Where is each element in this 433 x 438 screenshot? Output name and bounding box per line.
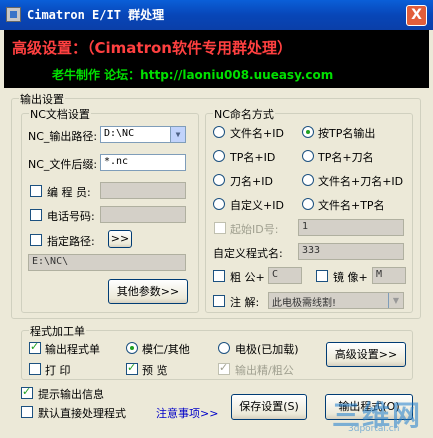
naming-option-label: TP名+ID — [230, 151, 276, 164]
dialog-window: Cimatron E/IT 群处理 X 高级设置：（Cimatron软件专用群处… — [0, 0, 433, 438]
output-precision-checkbox[interactable] — [218, 361, 230, 375]
naming-option-label: 文件名+刀名+ID — [318, 175, 404, 188]
custom-path-label: 指定路径: — [47, 235, 95, 248]
rough-checkbox[interactable] — [213, 270, 225, 282]
note-dropdown[interactable]: 此电极需线割! ▼ — [268, 292, 404, 309]
preview-label: 预 览 — [142, 364, 168, 377]
custom-path-checkbox[interactable] — [30, 234, 42, 246]
nc-path-label: NC_输出路径: — [28, 130, 98, 143]
other-params-button[interactable]: 其他参数>> — [108, 279, 188, 304]
phone-input[interactable] — [100, 206, 186, 223]
notes-link[interactable]: 注意事项>> — [156, 405, 218, 421]
naming-option-label: 自定义+ID — [230, 199, 284, 212]
note-checkbox[interactable] — [213, 295, 225, 307]
default-process-checkbox[interactable] — [21, 406, 33, 418]
path-display: E:\NC\ — [28, 254, 186, 271]
naming-option-radio[interactable] — [213, 150, 225, 162]
naming-option-label: TP名+刀名 — [318, 151, 374, 164]
nc-suffix-label: NC_文件后缀: — [28, 158, 98, 171]
app-icon — [6, 7, 21, 22]
nc-path-value: D:\NC — [104, 128, 135, 139]
programmer-input[interactable] — [100, 182, 186, 199]
browse-button[interactable]: >> — [108, 230, 132, 248]
mold-radio[interactable] — [126, 342, 138, 354]
chevron-down-icon[interactable]: ▼ — [388, 293, 403, 308]
naming-option-radio[interactable] — [213, 126, 225, 138]
nc-suffix-input[interactable]: *.nc — [100, 154, 186, 171]
save-settings-button[interactable]: 保存设置(S) — [231, 394, 307, 420]
watermark-sub: 3dportal.cn — [348, 424, 400, 434]
mirror-label: 镜 像+ — [333, 271, 368, 284]
electrode-radio[interactable] — [218, 342, 230, 354]
show-info-label: 提示输出信息 — [38, 388, 104, 401]
mirror-input[interactable]: M — [372, 267, 406, 284]
preview-checkbox[interactable] — [126, 361, 138, 375]
print-checkbox[interactable] — [29, 363, 41, 375]
banner-title: 高级设置：（Cimatron软件专用群处理） — [12, 39, 292, 57]
custom-name-label: 自定义程式名: — [213, 247, 283, 260]
rough-label: 粗 公+ — [230, 271, 265, 284]
naming-option-label: 刀名+ID — [230, 175, 273, 188]
output-precision-label: 输出精/粗公 — [235, 364, 294, 377]
banner: 高级设置：（Cimatron软件专用群处理） 老牛制作 论坛：http://la… — [4, 30, 429, 88]
note-value: 此电极需线割! — [272, 298, 337, 309]
naming-option-radio[interactable] — [302, 174, 314, 186]
nc-naming-label: NC命名方式 — [213, 106, 275, 122]
start-id-checkbox[interactable] — [214, 222, 226, 234]
custom-name-input[interactable]: 333 — [298, 243, 404, 260]
show-info-checkbox[interactable] — [21, 385, 33, 399]
start-id-input[interactable]: 1 — [298, 219, 404, 236]
chevron-down-icon[interactable]: ▼ — [170, 127, 185, 142]
output-sheet-label: 输出程式单 — [45, 343, 100, 356]
naming-option-radio[interactable] — [213, 174, 225, 186]
naming-option-label: 文件名+TP名 — [318, 199, 385, 212]
programmer-checkbox[interactable] — [30, 185, 42, 197]
naming-option-label: 按TP名输出 — [318, 127, 376, 140]
nc-path-dropdown[interactable]: D:\NC ▼ — [100, 126, 186, 143]
phone-checkbox[interactable] — [30, 209, 42, 221]
output-sheet-checkbox[interactable] — [29, 340, 41, 354]
phone-label: 电话号码: — [47, 210, 95, 223]
electrode-label: 电极(已加载) — [235, 343, 299, 356]
start-id-label: 起始ID号: — [230, 223, 279, 236]
advanced-settings-button[interactable]: 高级设置>> — [326, 342, 406, 367]
close-button[interactable]: X — [406, 5, 427, 26]
output-settings-label: 输出设置 — [19, 91, 65, 107]
naming-option-radio[interactable] — [302, 198, 314, 210]
programmer-label: 编 程 员: — [47, 186, 91, 199]
window-title: Cimatron E/IT 群处理 — [27, 8, 165, 22]
naming-option-label: 文件名+ID — [230, 127, 284, 140]
program-sheet-label: 程式加工单 — [29, 323, 86, 339]
nc-doc-label: NC文档设置 — [29, 106, 91, 122]
mold-label: 模仁/其他 — [142, 343, 190, 356]
watermark-logo: 三维网 3dportal.cn — [328, 396, 428, 438]
naming-option-radio[interactable] — [302, 150, 314, 162]
naming-option-radio[interactable] — [302, 126, 314, 138]
title-bar[interactable]: Cimatron E/IT 群处理 X — [0, 0, 433, 30]
banner-subtitle: 老牛制作 论坛：http://laoniu008.uueasy.com — [52, 68, 334, 82]
note-label: 注 解: — [230, 296, 260, 309]
default-process-label: 默认直接处理程式 — [38, 407, 126, 420]
naming-option-radio[interactable] — [213, 198, 225, 210]
print-label: 打 印 — [45, 364, 71, 377]
rough-input[interactable]: C — [268, 267, 302, 284]
mirror-checkbox[interactable] — [316, 270, 328, 282]
